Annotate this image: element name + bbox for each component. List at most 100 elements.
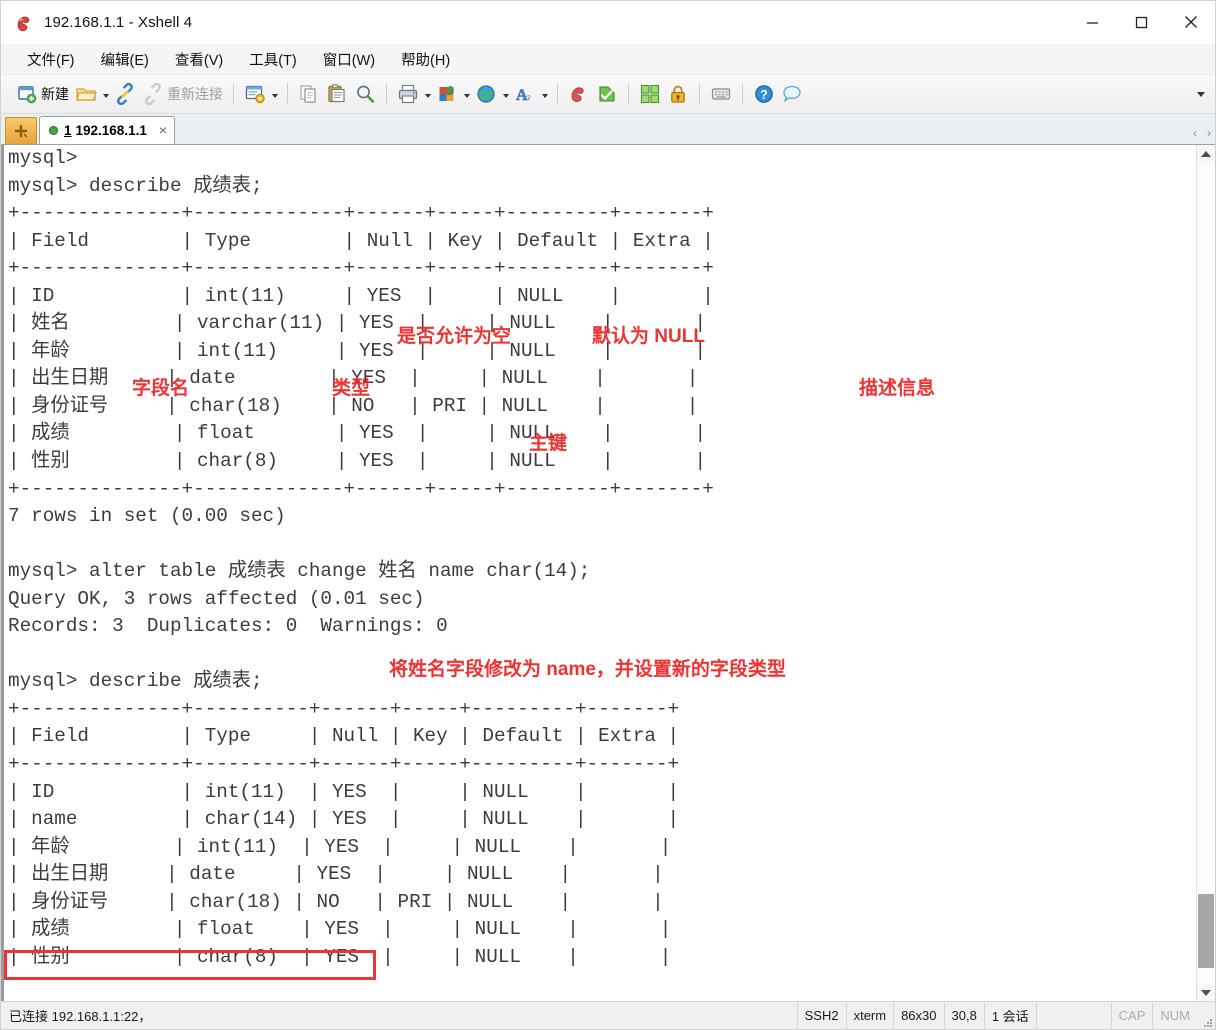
keyboard-shortcut-button[interactable] (707, 79, 735, 109)
new-session-icon (16, 83, 38, 105)
scroll-down-arrow-icon[interactable] (1197, 984, 1215, 1001)
tab-session-1[interactable]: 1 192.168.1.1 × (39, 116, 176, 144)
status-screen-size: 86x30 (893, 1002, 943, 1029)
reconnect-label: 重新连接 (167, 86, 223, 102)
lock-icon (667, 83, 689, 105)
tab-scroll-controls: ‹ › (1193, 126, 1211, 140)
annotation-type: 类型 (332, 378, 371, 399)
minimize-button[interactable] (1068, 1, 1117, 43)
annotation-field-name: 字段名 (132, 378, 190, 399)
copy-button[interactable] (295, 79, 323, 109)
help-button[interactable]: ? (750, 79, 778, 109)
printer-icon (397, 83, 419, 105)
terminal-area: mysql> mysql> describe 成绩表; +-----------… (1, 145, 1215, 1001)
terminal-screen[interactable]: mysql> mysql> describe 成绩表; +-----------… (1, 145, 1196, 1001)
toolbar-separator-5 (628, 83, 629, 105)
annotation-null-allowed: 是否允许为空 (397, 326, 512, 347)
session-manager-dropdown-chevron-down-icon[interactable] (269, 84, 280, 104)
toolbar-overflow-chevron-down-icon[interactable] (1195, 88, 1207, 100)
search-icon (354, 83, 376, 105)
color-palette-icon (436, 83, 458, 105)
font-dropdown-chevron-down-icon[interactable] (539, 84, 550, 104)
tab-index: 1 (64, 122, 72, 138)
feedback-button[interactable] (778, 79, 806, 109)
maximize-button[interactable] (1117, 1, 1166, 43)
session-manager-button[interactable] (241, 79, 269, 109)
help-question-icon: ? (753, 83, 775, 105)
scroll-up-arrow-icon[interactable] (1197, 145, 1215, 162)
tab-status-dot-icon (49, 125, 58, 135)
scrollbar-thumb[interactable] (1198, 893, 1214, 968)
paste-button[interactable] (323, 79, 351, 109)
print-dropdown-chevron-down-icon[interactable] (422, 84, 433, 104)
status-session-count: 1 会话 (983, 1002, 1036, 1029)
scrollbar-track[interactable] (1197, 162, 1215, 984)
menu-edit[interactable]: 编辑(E) (99, 46, 151, 73)
tab-scroll-left-icon[interactable]: ‹ (1193, 126, 1197, 140)
status-spacer (1035, 1002, 1111, 1029)
new-session-label: 新建 (41, 86, 69, 102)
connect-button[interactable] (111, 79, 139, 109)
status-protocol: SSH2 (796, 1002, 846, 1029)
toolbar-separator-7 (742, 83, 743, 105)
color-scheme-dropdown-chevron-down-icon[interactable] (461, 84, 472, 104)
menu-file[interactable]: 文件(F) (25, 46, 77, 73)
color-scheme-button[interactable] (433, 79, 461, 109)
svg-text:a: a (525, 91, 531, 103)
resize-grip-icon[interactable] (1197, 1001, 1215, 1030)
print-button[interactable] (394, 79, 422, 109)
menu-window[interactable]: 窗口(W) (321, 46, 377, 73)
font-letter-a-icon: A a (514, 83, 536, 105)
tile-windows-icon (639, 83, 661, 105)
annotation-default-null: 默认为 NULL (592, 326, 705, 347)
menu-tools[interactable]: 工具(T) (247, 46, 299, 73)
title-bar: 192.168.1.1 - Xshell 4 (1, 1, 1215, 44)
find-button[interactable] (351, 79, 379, 109)
xftp-green-logo-icon (596, 83, 618, 105)
web-dropdown-chevron-down-icon[interactable] (500, 84, 511, 104)
arrange-windows-button[interactable] (636, 79, 664, 109)
annotation-change-column: 将姓名字段修改为 name，并设置新的字段类型 (389, 659, 786, 680)
window-controls (1068, 1, 1215, 43)
lock-button[interactable] (664, 79, 692, 109)
new-tab-button[interactable] (5, 117, 37, 144)
status-connection: 已连接 192.168.1.1:22， (9, 1009, 152, 1024)
terminal-output: mysql> mysql> describe 成绩表; +-----------… (8, 147, 714, 968)
annotation-primary-key: 主键 (529, 433, 568, 454)
font-button[interactable]: A a (511, 79, 539, 109)
toolbar-separator-2 (287, 83, 288, 105)
xshell-tool-button[interactable] (565, 79, 593, 109)
xftp-tool-button[interactable] (593, 79, 621, 109)
web-button[interactable] (472, 79, 500, 109)
status-caps-lock: CAP (1110, 1002, 1153, 1029)
highlight-name-row (4, 950, 376, 980)
new-session-button[interactable]: 新建 (13, 79, 72, 109)
xshell-window: 192.168.1.1 - Xshell 4 文件(F) 编辑(E) 查看(V)… (0, 0, 1216, 1030)
toolbar-separator-4 (557, 83, 558, 105)
xshell-logo-icon (13, 11, 35, 33)
toolbar-separator-3 (386, 83, 387, 105)
menu-view[interactable]: 查看(V) (173, 46, 225, 73)
copy-icon (298, 83, 320, 105)
status-num-lock: NUM (1152, 1002, 1197, 1029)
keyboard-icon (710, 83, 732, 105)
tab-bar: 1 192.168.1.1 × ‹ › (1, 114, 1215, 145)
toolbar: 新建 重新连接 A a ? (1, 75, 1215, 114)
menu-help[interactable]: 帮助(H) (399, 46, 452, 73)
tab-scroll-right-icon[interactable]: › (1207, 126, 1211, 140)
close-button[interactable] (1166, 1, 1215, 43)
reconnect-button: 重新连接 (139, 79, 226, 109)
toolbar-separator-6 (699, 83, 700, 105)
open-session-button[interactable] (72, 79, 100, 109)
folder-open-icon (75, 83, 97, 105)
link-connect-icon (114, 82, 136, 106)
status-cursor-position: 30,8 (943, 1002, 984, 1029)
tab-close-icon[interactable]: × (159, 122, 167, 138)
status-bar: 已连接 192.168.1.1:22， SSH2 xterm 86x30 30,… (1, 1001, 1215, 1029)
globe-icon (475, 83, 497, 105)
terminal-vertical-scrollbar[interactable] (1196, 145, 1215, 1001)
svg-text:?: ? (760, 88, 768, 102)
speech-bubble-icon (781, 83, 803, 105)
annotation-description: 描述信息 (859, 378, 936, 399)
open-session-dropdown-chevron-down-icon[interactable] (100, 84, 111, 104)
